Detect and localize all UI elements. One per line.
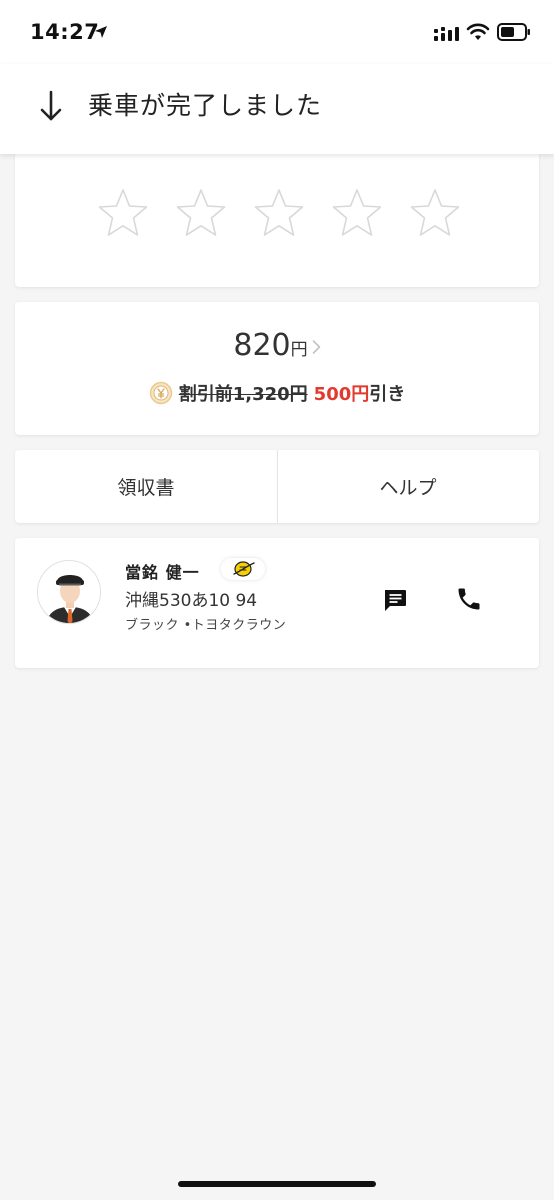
star-rating[interactable]	[95, 186, 461, 242]
driver-card: 當銘 健一 沖縄530あ10 94 ブラック •トヨタクラウン	[15, 538, 539, 668]
coupon-yen-icon	[149, 381, 172, 405]
star-3-icon[interactable]	[251, 186, 307, 242]
license-plate: 沖縄530あ10 94	[125, 591, 258, 611]
battery-icon	[497, 23, 530, 41]
cellular-signal-icon	[434, 27, 459, 41]
fare-amount: 820	[233, 328, 291, 363]
driver-badge	[221, 558, 265, 580]
star-4-icon[interactable]	[329, 186, 385, 242]
rating-card	[15, 140, 539, 287]
header-bar: 乗車が完了しました	[0, 64, 554, 154]
discount-suffix: 引き	[369, 384, 406, 405]
driver-badge-icon	[233, 561, 255, 577]
star-1-icon[interactable]	[95, 186, 151, 242]
ride-complete-screen: 14:27 乗車が完了しました 820円 割引前1,320円 500円引き 領収…	[0, 0, 554, 1200]
original-price: 割引前1,320円	[178, 384, 308, 405]
star-5-icon[interactable]	[407, 186, 463, 242]
phone-icon[interactable]	[455, 585, 483, 613]
location-arrow-icon	[95, 26, 107, 38]
fare-price[interactable]: 820円	[15, 328, 539, 363]
actions-card: 領収書 ヘルプ	[15, 450, 539, 523]
chevron-right-icon	[312, 340, 320, 354]
vehicle-info: ブラック •トヨタクラウン	[125, 618, 287, 633]
fare-card[interactable]: 820円 割引前1,320円 500円引き	[15, 302, 539, 435]
status-time: 14:27	[30, 20, 100, 44]
arrow-down-icon[interactable]	[38, 88, 64, 124]
status-bar: 14:27	[0, 0, 554, 64]
home-indicator[interactable]	[178, 1181, 376, 1187]
driver-illustration-icon	[38, 561, 100, 623]
discount-amount: 500円	[313, 384, 370, 405]
star-2-icon[interactable]	[173, 186, 229, 242]
page-title: 乗車が完了しました	[88, 91, 323, 120]
discount-line: 割引前1,320円 500円引き	[15, 380, 539, 406]
help-button[interactable]: ヘルプ	[277, 450, 539, 523]
receipt-button[interactable]: 領収書	[15, 450, 277, 523]
fare-unit: 円	[290, 340, 308, 360]
wifi-icon	[466, 23, 490, 40]
driver-name: 當銘 健一	[125, 563, 200, 582]
message-icon[interactable]	[381, 586, 409, 614]
driver-avatar	[37, 560, 101, 624]
